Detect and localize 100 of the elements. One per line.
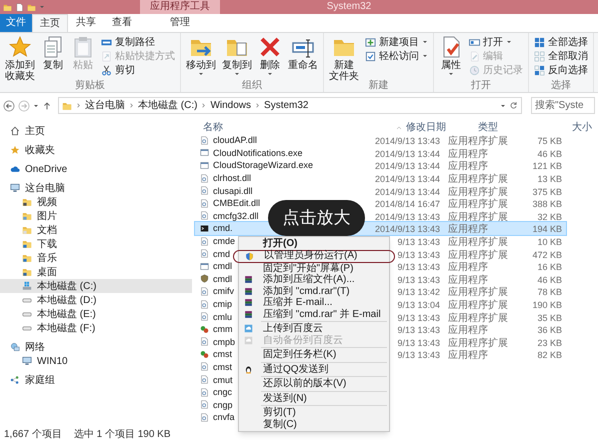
group-label: 选择 [550, 80, 572, 92]
clock-icon [469, 64, 480, 76]
nav-item[interactable]: 家庭组 [0, 373, 192, 387]
file-size: 75 KB [537, 136, 562, 146]
file-date: 9/13 13:43 [397, 262, 440, 272]
new-item-icon [365, 36, 376, 48]
ribbon-tab[interactable]: 共享 [68, 14, 104, 32]
refresh-icon[interactable] [509, 101, 518, 110]
file-name: cmd. [213, 222, 233, 234]
menu-item[interactable]: 压缩到 "cmd.rar" 并 E-mail [239, 308, 389, 320]
ribbon-button[interactable]: 删除 [256, 35, 284, 77]
file-size: 10 KB [537, 237, 562, 248]
nav-item[interactable]: 本地磁盘 (F:) [0, 321, 192, 335]
star-icon [10, 145, 20, 155]
file-name: cmcfg32.dll [213, 210, 259, 222]
document-icon [200, 211, 209, 220]
ribbon-button[interactable]: 轻松访问 [363, 49, 430, 63]
address-bar[interactable]: 这台电脑 本地磁盘 (C:) Windows System32 [58, 97, 522, 114]
nav-item[interactable]: OneDrive [0, 162, 192, 176]
window-title: System32 [326, 0, 372, 14]
nav-item[interactable]: 音乐 [0, 251, 192, 265]
ribbon-button[interactable]: 全部选择 [532, 35, 590, 49]
menu-item[interactable]: 固定到"开始"屏幕(P) [239, 262, 389, 274]
menu-item[interactable]: 打开(O) [239, 238, 389, 250]
breadcrumb-item[interactable]: 这台电脑 [85, 98, 125, 113]
file-type: 应用程序 [448, 161, 488, 172]
column-header[interactable]: 大小 [546, 120, 596, 135]
file-date: 9/13 13:43 [397, 274, 440, 285]
file-type: 应用程序扩展 [448, 287, 508, 298]
nav-item[interactable]: 本地磁盘 (E:) [0, 307, 192, 321]
zoom-hint-tooltip: 点击放大 [268, 200, 365, 236]
empty-grid-icon [534, 50, 545, 62]
ribbon-button[interactable]: 全部取消 [532, 49, 590, 63]
caret-icon[interactable] [500, 102, 506, 108]
page-icon[interactable] [15, 2, 24, 12]
menu-item[interactable]: 发送到(N) [239, 392, 389, 404]
search-field[interactable]: 搜索"Syste [531, 97, 595, 114]
caret-icon [198, 71, 204, 77]
ribbon-button[interactable]: 添加到 收藏夹 [3, 35, 37, 82]
ribbon-button[interactable]: 复制到 [220, 35, 254, 77]
column-header[interactable]: 类型 [474, 120, 546, 135]
menu-item[interactable]: 压缩并 E-mail... [239, 297, 389, 308]
document-icon [200, 362, 209, 372]
books-icon [244, 298, 252, 308]
ribbon-button[interactable]: 反向选择 [532, 63, 590, 77]
file-name: cmde [213, 235, 236, 248]
file-date: 2014/9/13 13:44 [374, 186, 440, 197]
ribbon-tab[interactable]: 主页 [32, 14, 68, 32]
file-type: 应用程序扩展 [448, 312, 508, 324]
menu-item[interactable]: 以管理员身份运行(A) [233, 250, 395, 262]
menu-item[interactable]: 复制(C) [239, 418, 389, 430]
caret-icon [267, 71, 273, 77]
ribbon-button[interactable]: 剪切 [99, 63, 177, 77]
ribbon-button[interactable]: 打开 [467, 35, 525, 49]
group-label: 打开 [470, 80, 492, 92]
ribbon-button[interactable]: 移动到 [184, 35, 218, 77]
nav-item[interactable]: WIN10 [0, 354, 192, 368]
shield-icon [200, 274, 209, 284]
back-icon[interactable] [3, 100, 15, 112]
file-type: 应用程序 [448, 274, 488, 286]
ribbon-button[interactable]: 属性 [437, 35, 465, 77]
ribbon-tab[interactable]: 文件 [0, 14, 32, 32]
column-header[interactable]: 名称 [195, 120, 372, 135]
file-name: clrhost.dll [213, 172, 252, 184]
breadcrumb-item[interactable]: Windows [210, 98, 252, 113]
menu-item[interactable]: 通过QQ发送到 [239, 364, 389, 375]
column-header[interactable]: 修改日期 [402, 120, 474, 135]
nav-item[interactable]: 收藏夹 [0, 143, 192, 157]
nav-item[interactable]: 这台电脑 [0, 181, 192, 195]
menu-item[interactable]: 剪切(T) [239, 407, 389, 418]
menu-item[interactable]: 添加到 "cmd.rar"(T) [239, 286, 389, 297]
breadcrumb-item[interactable]: 本地磁盘 (C:) [138, 98, 198, 113]
nav-item[interactable]: 网络 [0, 340, 192, 354]
nav-item[interactable]: 主页 [0, 124, 192, 138]
ribbon-button[interactable]: 新建 文件夹 [327, 35, 361, 82]
ribbon-tab[interactable]: 管理 [140, 14, 220, 32]
up-arrow-icon[interactable] [42, 100, 52, 110]
nav-item[interactable]: 下载 [0, 237, 192, 251]
folder-icon [22, 267, 32, 277]
ribbon-button[interactable]: 重命名 [286, 35, 320, 71]
nav-item[interactable]: 文档 [0, 223, 192, 237]
caret-icon[interactable] [33, 102, 39, 108]
menu-item[interactable]: 上传到百度云 [239, 323, 389, 334]
ribbon-button[interactable]: 新建项目 [363, 35, 430, 49]
ribbon-button[interactable]: 复制路径 [99, 35, 177, 49]
nav-item[interactable]: 图片 [0, 209, 192, 223]
nav-item[interactable]: 桌面 [0, 265, 192, 279]
nav-item[interactable]: 本地磁盘 (D:) [0, 293, 192, 307]
file-name: cmst [213, 360, 232, 373]
menu-item[interactable]: 还原以前的版本(V) [239, 378, 389, 390]
ribbon-button[interactable]: 复制 [39, 35, 67, 71]
ribbon-tab[interactable]: 查看 [104, 14, 140, 32]
menu-item[interactable]: 固定到任务栏(K) [239, 349, 389, 360]
nav-item[interactable]: 本地磁盘 (C:) [0, 279, 192, 293]
invert-grid-icon [534, 64, 545, 76]
file-name: cmifv [213, 285, 234, 298]
menu-item[interactable]: 添加到压缩文件(A)... [239, 274, 389, 286]
nav-item[interactable]: 视频 [0, 195, 192, 209]
file-type: 应用程序扩展 [448, 199, 508, 210]
breadcrumb-item[interactable]: System32 [264, 98, 308, 113]
